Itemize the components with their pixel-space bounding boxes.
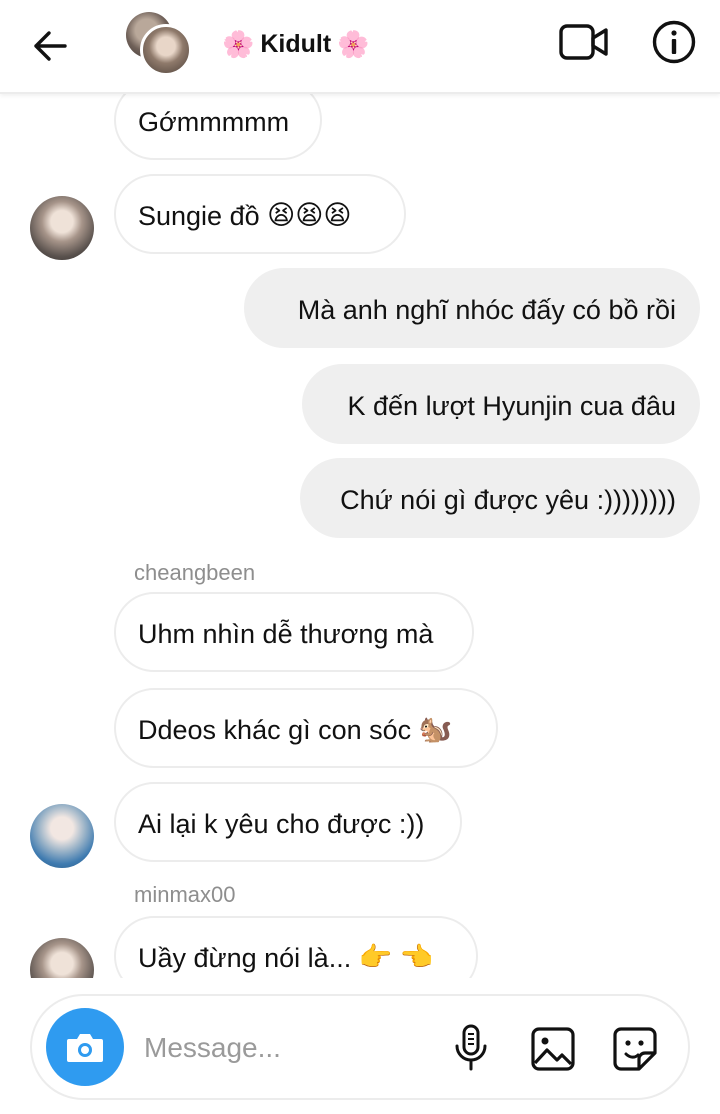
- sender-avatar[interactable]: [30, 938, 94, 978]
- video-call-button[interactable]: [556, 18, 612, 66]
- cherry-blossom-icon: 🌸: [222, 29, 255, 60]
- message-text: Ddeos khác gì con sóc: [138, 715, 412, 745]
- info-icon: [652, 20, 696, 64]
- message-bubble[interactable]: Ddeos khác gì con sóc 🐿️: [114, 688, 498, 768]
- message-bubble[interactable]: Ai lại k yêu cho được :)): [114, 782, 462, 862]
- chat-title[interactable]: 🌸 Kidult 🌸: [222, 30, 370, 59]
- message-bubble[interactable]: Mà anh nghĩ nhóc đấy có bồ rồi: [244, 268, 700, 348]
- sender-name: cheangbeen: [134, 560, 256, 585]
- message-text: Gớmmmmm: [138, 107, 290, 137]
- message-text: Mà anh nghĩ nhóc đấy có bồ rồi: [297, 295, 676, 325]
- camera-icon: [67, 1034, 103, 1062]
- video-camera-icon: [559, 24, 608, 60]
- member-avatar-front: [140, 24, 192, 76]
- sticker-icon: [613, 1027, 657, 1071]
- message-text: Chứ nói gì được yêu :)))))))): [340, 485, 676, 515]
- sender-avatar[interactable]: [30, 196, 94, 260]
- message-input[interactable]: [144, 1024, 434, 1072]
- arrow-left-icon: [34, 31, 67, 61]
- group-avatar[interactable]: [126, 12, 192, 76]
- info-button[interactable]: [648, 16, 700, 68]
- sender-name: minmax00: [134, 882, 236, 907]
- cherry-blossom-icon: 🌸: [337, 29, 370, 60]
- message-bubble[interactable]: Uhm nhìn dễ thương mà: [114, 592, 474, 672]
- message-composer: [30, 994, 690, 1100]
- image-icon: [531, 1027, 575, 1071]
- message-bubble[interactable]: Gớmmmmm: [114, 94, 322, 160]
- sender-avatar[interactable]: [30, 804, 94, 868]
- microphone-icon: [455, 1024, 487, 1071]
- message-text: Uhm nhìn dễ thương mà: [138, 619, 434, 649]
- back-button[interactable]: [28, 24, 72, 68]
- chat-header: 🌸 Kidult 🌸: [0, 0, 720, 94]
- voice-message-button[interactable]: [446, 1022, 496, 1074]
- message-text: K đến lượt Hyunjin cua đâu: [347, 391, 676, 421]
- gallery-button[interactable]: [528, 1024, 578, 1074]
- squirrel-emoji: 🐿️: [418, 713, 453, 744]
- camera-button[interactable]: [46, 1008, 124, 1086]
- message-text: Uầy đừng nói là...: [138, 943, 352, 973]
- message-text: Ai lại k yêu cho được :)): [138, 809, 425, 839]
- pointing-fingers-emoji: 👉 👈: [358, 941, 434, 972]
- message-bubble[interactable]: Uầy đừng nói là... 👉 👈: [114, 916, 478, 978]
- sticker-button[interactable]: [610, 1024, 660, 1074]
- message-bubble[interactable]: Sungie đồ 😫😫😫: [114, 174, 406, 254]
- message-bubble[interactable]: K đến lượt Hyunjin cua đâu: [302, 364, 700, 444]
- chat-title-text: Kidult: [260, 30, 332, 58]
- tired-face-emoji: 😫😫😫: [267, 199, 352, 230]
- message-list[interactable]: Gớmmmmm Sungie đồ 😫😫😫 Mà anh nghĩ nhóc đ…: [0, 94, 720, 978]
- message-bubble[interactable]: Chứ nói gì được yêu :)))))))): [300, 458, 700, 538]
- message-text: Sungie đồ: [138, 201, 260, 231]
